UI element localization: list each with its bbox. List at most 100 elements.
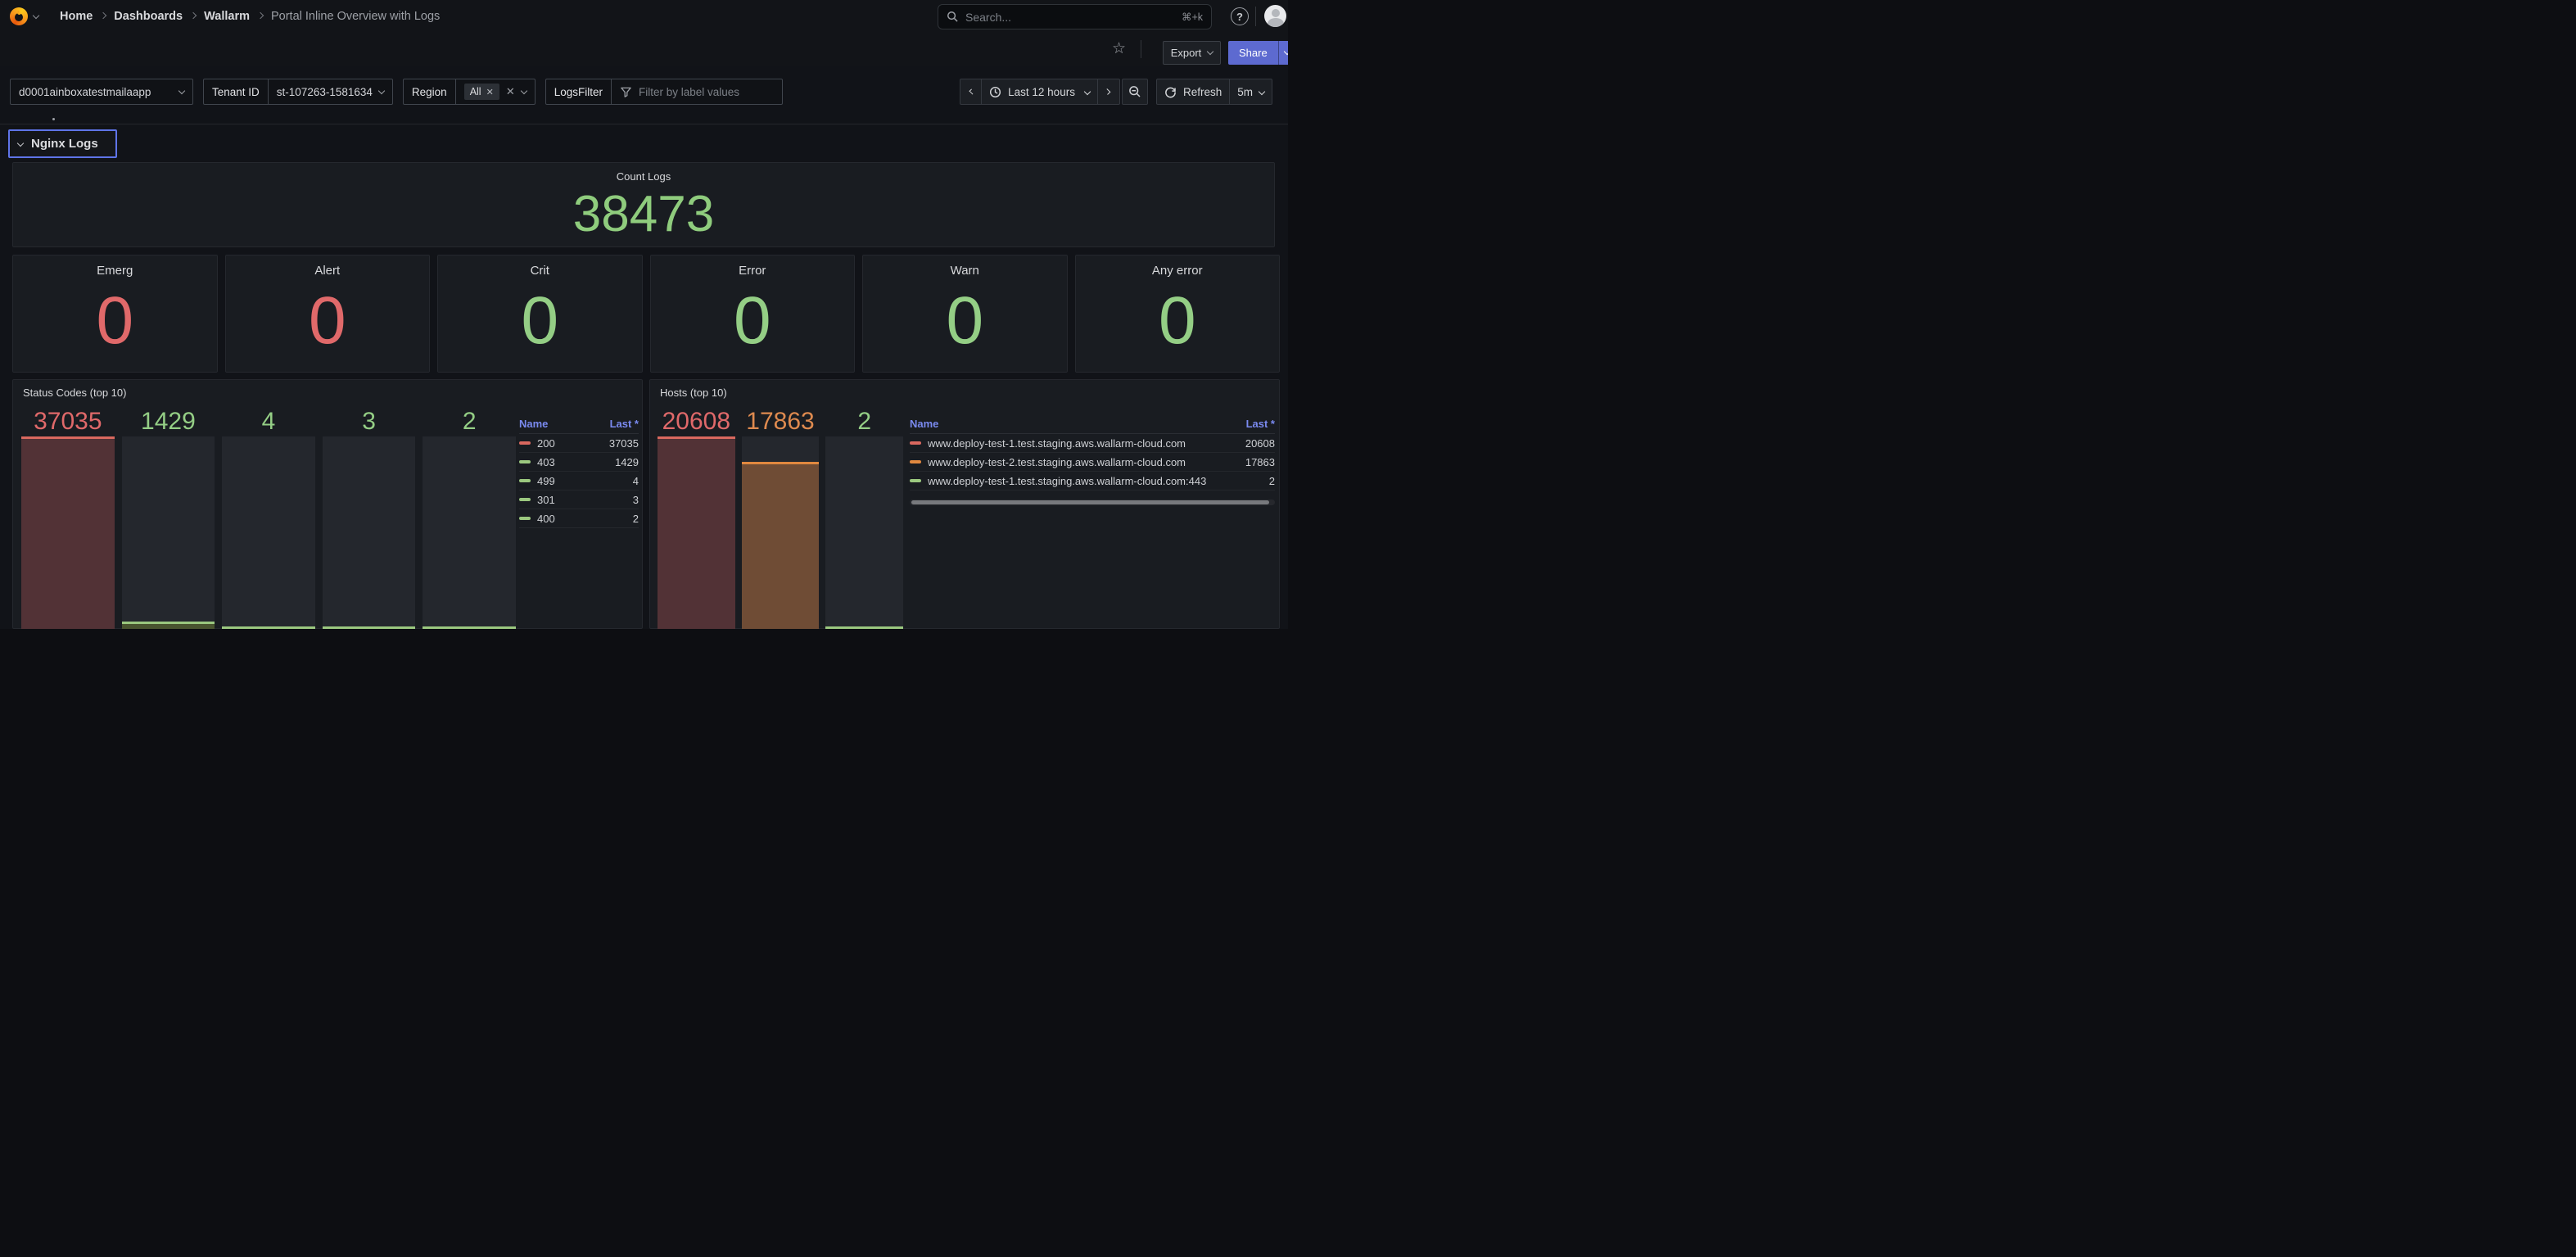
remove-chip-icon[interactable]: ✕ <box>486 87 494 97</box>
time-shift-forward-button[interactable] <box>1098 79 1119 104</box>
gauge-bar <box>122 436 215 629</box>
time-range-picker[interactable]: Last 12 hours <box>982 79 1098 104</box>
stat-value: 0 <box>438 278 642 364</box>
gauge-column: 3 <box>323 409 416 629</box>
scrollbar-thumb[interactable] <box>911 500 1269 504</box>
gauge-value-label: 20608 <box>658 409 735 436</box>
gauge-value-label: 4 <box>222 409 315 436</box>
breadcrumb-home[interactable]: Home <box>60 10 93 23</box>
legend-series-swatch <box>519 498 531 501</box>
legend-series-name[interactable]: 403 <box>537 456 607 468</box>
legend-series-swatch <box>910 460 921 463</box>
legend-series-name[interactable]: 499 <box>537 475 625 487</box>
legend-row[interactable]: 20037035 <box>519 434 639 453</box>
gauge-bar <box>222 436 315 629</box>
legend-series-name[interactable]: 301 <box>537 494 625 506</box>
panel-title[interactable]: Emerg <box>13 264 217 278</box>
label-filter-input[interactable] <box>639 86 774 98</box>
legend-row[interactable]: 4031429 <box>519 453 639 472</box>
panel-title[interactable]: Hosts (top 10) <box>660 387 727 399</box>
hosts-bar-gauge: 20608 178632 <box>658 409 903 629</box>
time-shift-back-button[interactable] <box>960 79 982 104</box>
search-input[interactable] <box>965 11 1182 24</box>
panel-title[interactable]: Count Logs <box>13 170 1274 183</box>
zoom-out-icon <box>1128 85 1141 98</box>
breadcrumb-separator-icon <box>100 12 106 19</box>
panel-title[interactable]: Warn <box>863 264 1067 278</box>
gauge-bar-fill <box>122 622 215 629</box>
chevron-down-icon <box>1084 88 1091 95</box>
gauge-value-label: 2 <box>825 409 903 436</box>
legend-series-name[interactable]: 200 <box>537 437 601 450</box>
global-search[interactable]: ⌘+k <box>938 4 1212 29</box>
chevron-down-icon <box>1284 48 1288 55</box>
gauge-column: 1429 <box>122 409 215 629</box>
region-selected-chip[interactable]: All ✕ <box>464 84 499 100</box>
legend-series-swatch <box>519 460 531 463</box>
legend-name-header[interactable]: Name <box>519 418 548 433</box>
legend-series-name[interactable]: www.deploy-test-1.test.staging.aws.walla… <box>928 475 1261 487</box>
breadcrumb-folder[interactable]: Wallarm <box>204 10 250 23</box>
panel-title[interactable]: Crit <box>438 264 642 278</box>
panel-title[interactable]: Any error <box>1076 264 1280 278</box>
row-title: Nginx Logs <box>31 137 98 151</box>
breadcrumb-dashboards[interactable]: Dashboards <box>114 10 183 23</box>
legend-series-name[interactable]: www.deploy-test-1.test.staging.aws.walla… <box>928 437 1237 450</box>
time-range-group: Last 12 hours <box>960 79 1120 105</box>
legend-row[interactable]: www.deploy-test-2.test.staging.aws.walla… <box>910 453 1275 472</box>
legend-series-value: 2 <box>1269 475 1275 487</box>
app-variable-value: d0001ainboxatestmailaapp <box>19 86 151 98</box>
grafana-logo[interactable] <box>10 7 38 25</box>
share-dropdown-button[interactable] <box>1278 41 1288 65</box>
legend-row[interactable]: www.deploy-test-1.test.staging.aws.walla… <box>910 472 1275 491</box>
gauge-bar-fill <box>423 626 516 629</box>
zoom-out-time-button[interactable] <box>1122 79 1148 105</box>
time-controls: Last 12 hours Refresh 5m <box>960 79 1272 105</box>
clear-selection-icon[interactable]: ✕ <box>506 85 515 98</box>
legend-series-name[interactable]: 400 <box>537 513 625 525</box>
user-avatar[interactable] <box>1264 5 1286 27</box>
panel-title[interactable]: Alert <box>226 264 430 278</box>
legend-horizontal-scrollbar[interactable] <box>910 500 1275 505</box>
favorite-star-icon[interactable]: ☆ <box>1112 41 1126 57</box>
dashboard-toolbar: ☆ Export Share <box>0 33 1288 66</box>
gauge-bar-fill <box>21 436 115 629</box>
gauge-value-label: 37035 <box>21 409 115 436</box>
panel-title[interactable]: Status Codes (top 10) <box>23 387 126 399</box>
legend-last-header[interactable]: Last * <box>610 418 639 433</box>
share-button[interactable]: Share <box>1228 41 1278 65</box>
panel-title[interactable]: Error <box>651 264 855 278</box>
gauge-column: 2 <box>825 409 903 629</box>
gauge-bar-fill <box>742 462 820 629</box>
refresh-button[interactable]: Refresh <box>1157 79 1230 104</box>
legend-series-value: 3 <box>633 494 639 506</box>
tenant-label: Tenant ID <box>204 79 269 104</box>
gauge-value-label: 17863 <box>742 409 820 436</box>
app-variable-dropdown[interactable]: d0001ainboxatestmailaapp <box>10 79 193 105</box>
legend-row[interactable]: www.deploy-test-1.test.staging.aws.walla… <box>910 434 1275 453</box>
breadcrumb: Home Dashboards Wallarm Portal Inline Ov… <box>60 10 440 23</box>
legend-name-header[interactable]: Name <box>910 418 938 433</box>
export-button[interactable]: Export <box>1163 41 1221 65</box>
tenant-variable-dropdown[interactable]: Tenant ID st-107263-1581634 <box>203 79 393 105</box>
legend-row[interactable]: 4002 <box>519 509 639 528</box>
help-icon[interactable]: ? <box>1231 7 1249 25</box>
gauge-bar <box>323 436 416 629</box>
hosts-legend: Name Last * www.deploy-test-1.test.staging… <box>910 418 1275 491</box>
chevron-down-icon <box>33 11 39 18</box>
legend-row[interactable]: 4994 <box>519 472 639 491</box>
funnel-icon <box>620 86 632 98</box>
legend-last-header[interactable]: Last * <box>1246 418 1275 433</box>
region-variable-dropdown[interactable]: Region All ✕ ✕ <box>403 79 536 105</box>
refresh-icon <box>1164 86 1177 98</box>
gauge-bar <box>742 436 820 629</box>
refresh-interval-dropdown[interactable]: 5m <box>1230 79 1272 104</box>
legend-row[interactable]: 301 3 <box>519 491 639 509</box>
time-range-label: Last 12 hours <box>1008 86 1075 98</box>
row-header-nginx-logs[interactable]: Nginx Logs <box>8 129 117 158</box>
legend-series-name[interactable]: www.deploy-test-2.test.staging.aws.walla… <box>928 456 1237 468</box>
region-label: Region <box>404 79 456 104</box>
legend-series-swatch <box>519 441 531 445</box>
panel-count-logs: Count Logs 38473 <box>12 162 1275 247</box>
search-shortcut: ⌘+k <box>1182 11 1203 23</box>
